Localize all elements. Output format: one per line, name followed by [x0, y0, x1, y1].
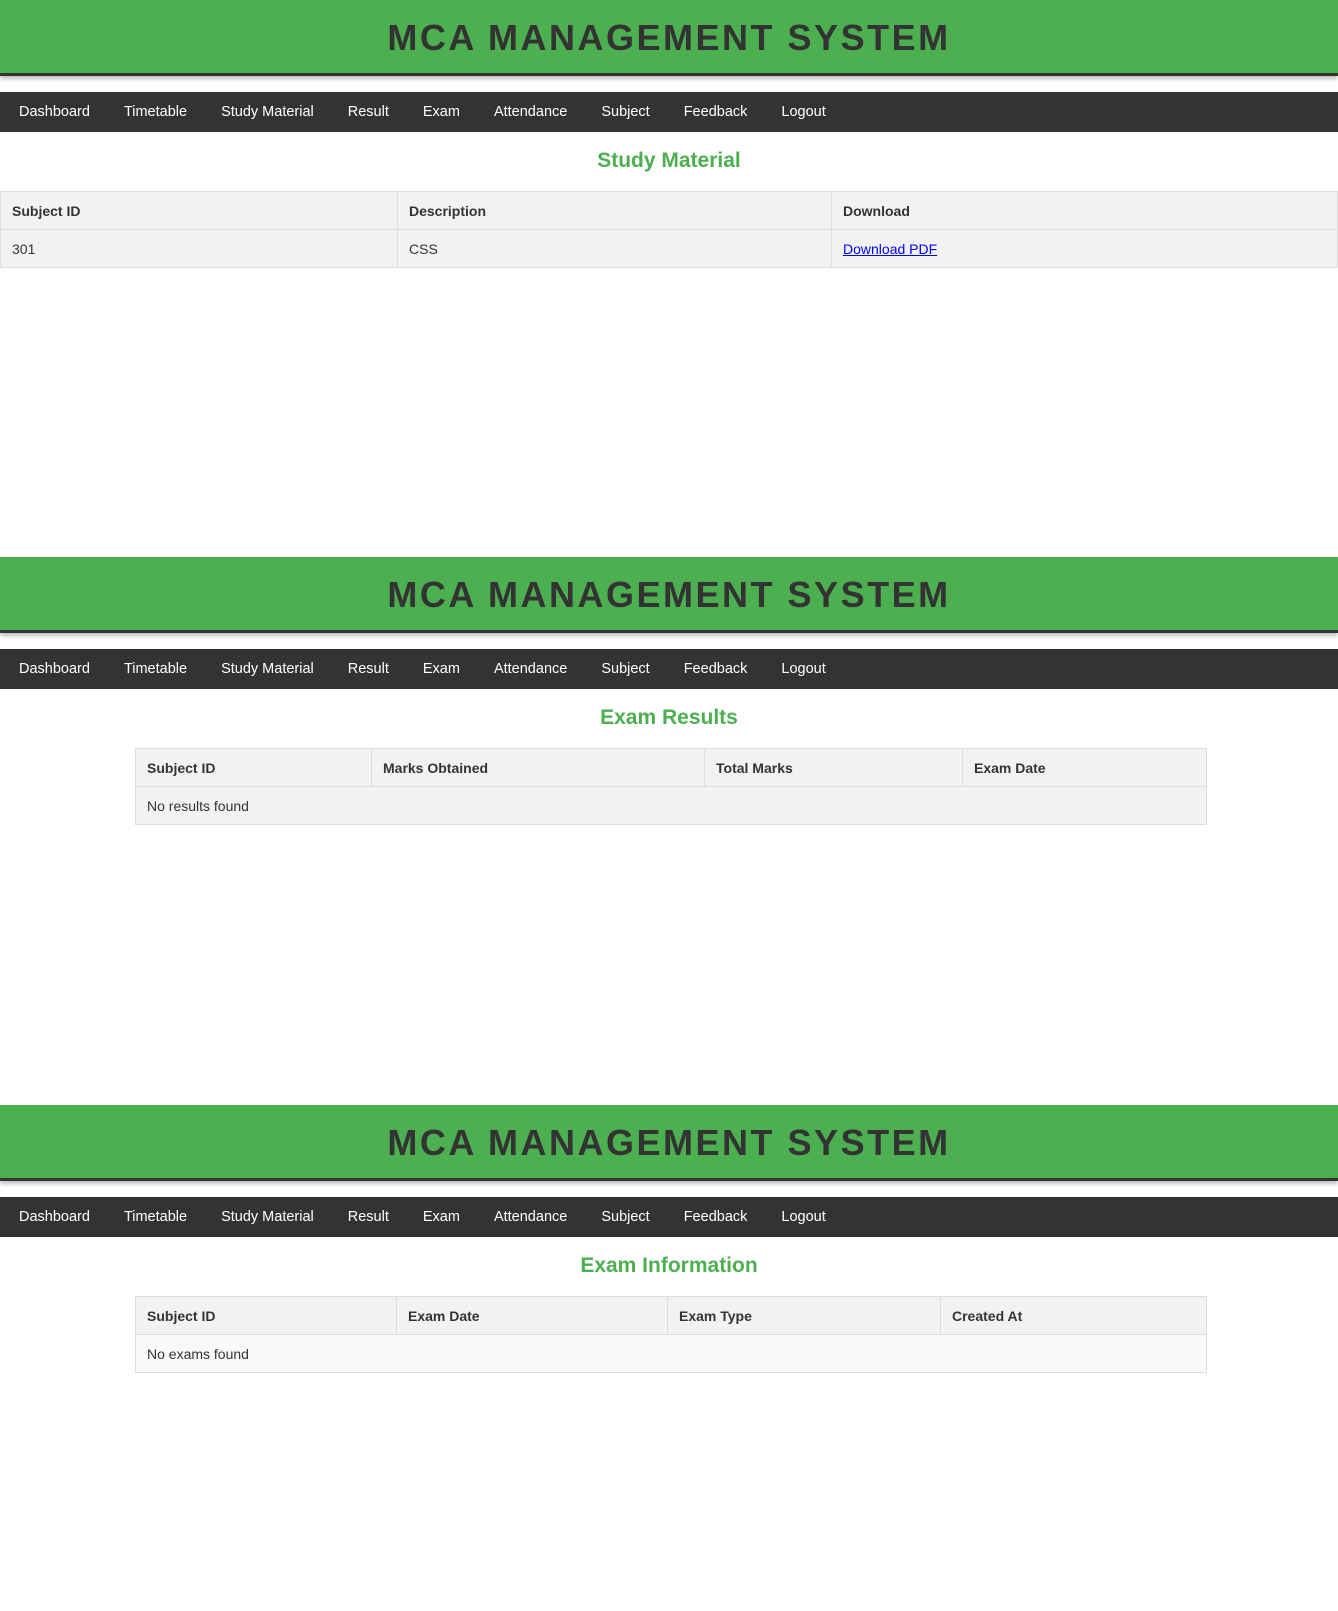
nav-feedback[interactable]: Feedback [667, 1197, 765, 1237]
table-row: 301 CSS Download PDF [0, 229, 1338, 268]
column-header-subject-id: Subject ID [135, 1296, 397, 1335]
nav-attendance[interactable]: Attendance [477, 1197, 584, 1237]
nav-study-material[interactable]: Study Material [204, 649, 331, 689]
column-header-subject-id: Subject ID [0, 191, 398, 230]
nav-exam[interactable]: Exam [406, 1197, 477, 1237]
exam-results-table: Subject ID Marks Obtained Total Marks Ex… [135, 748, 1207, 825]
nav-result[interactable]: Result [331, 649, 406, 689]
column-header-subject-id: Subject ID [135, 748, 372, 787]
nav-exam[interactable]: Exam [406, 92, 477, 132]
exam-results-screen: MCA MANAGEMENT SYSTEM Dashboard Timetabl… [0, 557, 1338, 825]
nav-subject[interactable]: Subject [584, 649, 666, 689]
table-row: No exams found [135, 1334, 1207, 1373]
nav-dashboard[interactable]: Dashboard [2, 1197, 107, 1237]
column-header-created-at: Created At [940, 1296, 1207, 1335]
column-header-exam-date: Exam Date [962, 748, 1207, 787]
column-header-total-marks: Total Marks [704, 748, 963, 787]
nav-subject[interactable]: Subject [584, 92, 666, 132]
study-material-screen: MCA MANAGEMENT SYSTEM Dashboard Timetabl… [0, 0, 1338, 268]
nav-attendance[interactable]: Attendance [477, 92, 584, 132]
app-title: MCA MANAGEMENT SYSTEM [387, 573, 951, 615]
column-header-description: Description [397, 191, 832, 230]
nav-timetable[interactable]: Timetable [107, 92, 204, 132]
column-header-exam-date: Exam Date [396, 1296, 668, 1335]
empty-exams-message: No exams found [135, 1334, 1207, 1373]
main-nav: Dashboard Timetable Study Material Resul… [0, 1197, 1338, 1237]
nav-attendance[interactable]: Attendance [477, 649, 584, 689]
table-header-row: Subject ID Marks Obtained Total Marks Ex… [135, 748, 1207, 787]
nav-logout[interactable]: Logout [764, 92, 842, 132]
page-title: Exam Information [580, 1254, 758, 1277]
nav-dashboard[interactable]: Dashboard [2, 92, 107, 132]
exam-information-screen: MCA MANAGEMENT SYSTEM Dashboard Timetabl… [0, 1105, 1338, 1373]
app-header: MCA MANAGEMENT SYSTEM [0, 557, 1338, 633]
app-title: MCA MANAGEMENT SYSTEM [387, 16, 951, 58]
nav-timetable[interactable]: Timetable [107, 649, 204, 689]
main-nav: Dashboard Timetable Study Material Resul… [0, 649, 1338, 689]
table-header-row: Subject ID Exam Date Exam Type Created A… [135, 1296, 1207, 1335]
nav-study-material[interactable]: Study Material [204, 1197, 331, 1237]
nav-timetable[interactable]: Timetable [107, 1197, 204, 1237]
table-row: No results found [135, 786, 1207, 825]
main-nav: Dashboard Timetable Study Material Resul… [0, 92, 1338, 132]
app-header: MCA MANAGEMENT SYSTEM [0, 1105, 1338, 1181]
nav-feedback[interactable]: Feedback [667, 649, 765, 689]
page-title: Exam Results [600, 706, 738, 729]
table-header-row: Subject ID Description Download [0, 191, 1338, 230]
nav-logout[interactable]: Logout [764, 649, 842, 689]
column-header-exam-type: Exam Type [667, 1296, 941, 1335]
column-header-marks-obtained: Marks Obtained [371, 748, 705, 787]
nav-result[interactable]: Result [331, 1197, 406, 1237]
download-pdf-link[interactable]: Download PDF [843, 241, 937, 257]
cell-download: Download PDF [831, 229, 1338, 268]
study-material-table: Subject ID Description Download 301 CSS … [0, 191, 1338, 268]
nav-feedback[interactable]: Feedback [667, 92, 765, 132]
column-header-download: Download [831, 191, 1338, 230]
app-header: MCA MANAGEMENT SYSTEM [0, 0, 1338, 76]
page-title: Study Material [597, 149, 741, 172]
app-title: MCA MANAGEMENT SYSTEM [387, 1121, 951, 1163]
cell-description: CSS [397, 229, 832, 268]
nav-exam[interactable]: Exam [406, 649, 477, 689]
cell-subject-id: 301 [0, 229, 398, 268]
nav-logout[interactable]: Logout [764, 1197, 842, 1237]
empty-results-message: No results found [135, 786, 1207, 825]
nav-study-material[interactable]: Study Material [204, 92, 331, 132]
exam-information-table: Subject ID Exam Date Exam Type Created A… [135, 1296, 1207, 1373]
nav-dashboard[interactable]: Dashboard [2, 649, 107, 689]
nav-result[interactable]: Result [331, 92, 406, 132]
nav-subject[interactable]: Subject [584, 1197, 666, 1237]
